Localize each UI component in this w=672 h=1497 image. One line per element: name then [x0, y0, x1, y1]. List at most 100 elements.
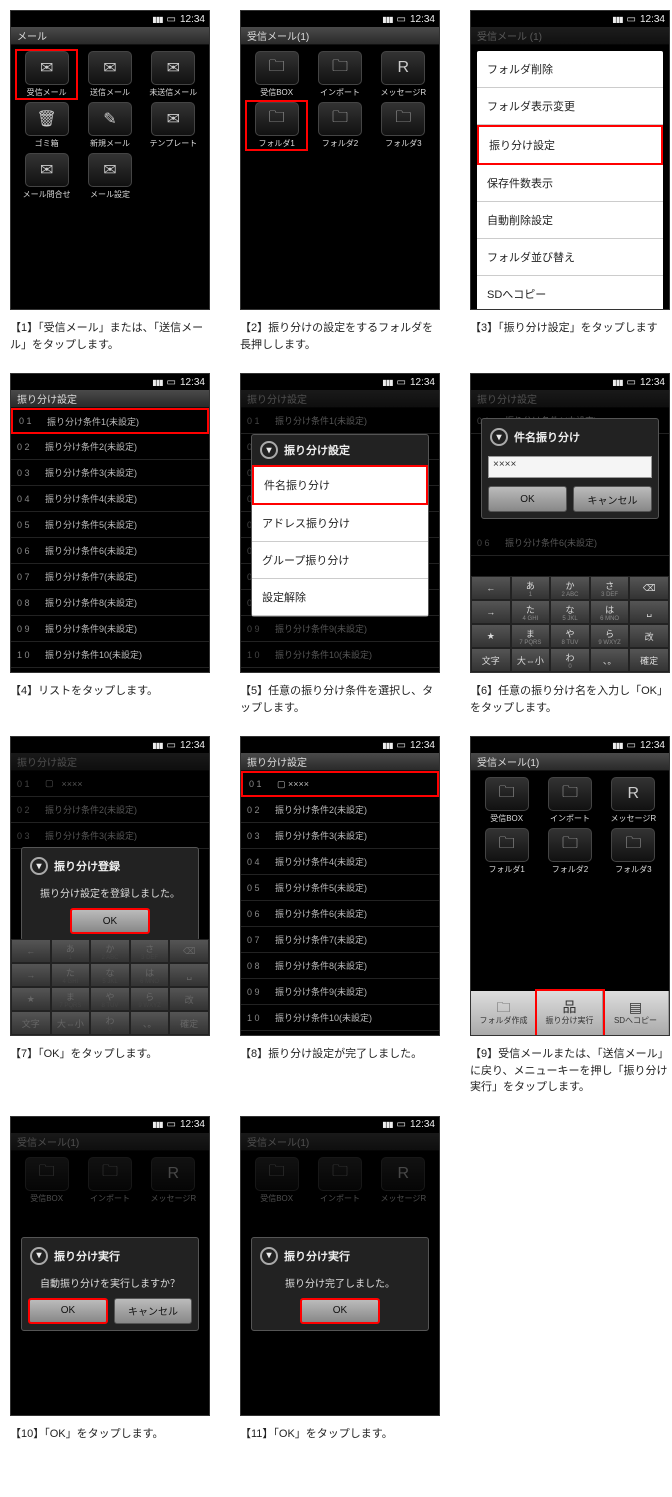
icon-mail-settings[interactable]: ✉メール設定: [80, 153, 139, 200]
key[interactable]: わ0: [550, 648, 590, 672]
icon-message-r[interactable]: RメッセージR: [374, 51, 433, 98]
key[interactable]: 大⇔小: [51, 1011, 91, 1035]
key[interactable]: か2 ABC: [550, 576, 590, 600]
icon-sent-mail[interactable]: ✉送信メール: [80, 51, 139, 98]
ok-button[interactable]: OK: [70, 908, 150, 934]
ok-button[interactable]: OK: [28, 1298, 108, 1324]
key[interactable]: は6 MNO: [130, 963, 170, 987]
list-item[interactable]: 0 2振り分け条件2(未設定): [11, 434, 209, 460]
key[interactable]: た4 GHI: [51, 963, 91, 987]
key[interactable]: ␣: [629, 600, 669, 624]
option-group-sort[interactable]: グループ振り分け: [252, 542, 428, 579]
icon-new-mail[interactable]: ✎新規メール: [80, 102, 139, 149]
key[interactable]: な5 JKL: [550, 600, 590, 624]
key[interactable]: わ0: [90, 1011, 130, 1035]
icon-folder-3[interactable]: 🗀フォルダ3: [374, 102, 433, 149]
key[interactable]: ま7 PQRS: [51, 987, 91, 1011]
key[interactable]: ⌫: [629, 576, 669, 600]
key[interactable]: ←: [11, 939, 51, 963]
key[interactable]: ま7 PQRS: [511, 624, 551, 648]
key[interactable]: あ1: [511, 576, 551, 600]
menu-folder-display[interactable]: フォルダ表示変更: [477, 88, 663, 125]
ok-button[interactable]: OK: [300, 1298, 380, 1324]
option-subject-sort[interactable]: 件名振り分け: [252, 465, 428, 505]
icon-folder-2[interactable]: 🗀フォルダ2: [310, 102, 369, 149]
subject-input[interactable]: ××××: [488, 456, 652, 478]
list-item[interactable]: 0 5振り分け条件5(未設定): [11, 512, 209, 538]
key[interactable]: ★: [471, 624, 511, 648]
list-item[interactable]: 0 1▢ ××××: [241, 771, 439, 797]
list-item[interactable]: 0 7振り分け条件7(未設定): [241, 927, 439, 953]
key[interactable]: →: [11, 963, 51, 987]
key[interactable]: 改: [629, 624, 669, 648]
menu-sd-copy[interactable]: ▤SDへコピー: [603, 991, 669, 1035]
key[interactable]: →: [471, 600, 511, 624]
option-address-sort[interactable]: アドレス振り分け: [252, 505, 428, 542]
key[interactable]: ら9 WXYZ: [130, 987, 170, 1011]
option-clear[interactable]: 設定解除: [252, 579, 428, 616]
icon-import[interactable]: 🗀インポート: [310, 51, 369, 98]
menu-sd-copy[interactable]: SDへコピー: [477, 276, 663, 310]
sort-condition-list[interactable]: 0 1振り分け条件1(未設定)0 2振り分け条件2(未設定)0 3振り分け条件3…: [11, 408, 209, 673]
icon-folder-2[interactable]: 🗀フォルダ2: [540, 828, 599, 875]
list-item[interactable]: 0 6振り分け条件6(未設定): [11, 538, 209, 564]
menu-folder-reorder[interactable]: フォルダ並び替え: [477, 239, 663, 276]
key[interactable]: 大⇔小: [511, 648, 551, 672]
list-item[interactable]: 1 1振り分け条件11(未設定): [241, 1031, 439, 1036]
list-item[interactable]: 0 1振り分け条件1(未設定): [11, 408, 209, 434]
cancel-button[interactable]: キャンセル: [573, 486, 652, 512]
key[interactable]: は6 MNO: [590, 600, 630, 624]
key[interactable]: ら9 WXYZ: [590, 624, 630, 648]
menu-save-count[interactable]: 保存件数表示: [477, 165, 663, 202]
key[interactable]: な5 JKL: [90, 963, 130, 987]
icon-import[interactable]: 🗀インポート: [540, 777, 599, 824]
key[interactable]: 改: [169, 987, 209, 1011]
icon-template[interactable]: ✉テンプレート: [144, 102, 203, 149]
list-item[interactable]: 0 3振り分け条件3(未設定): [241, 823, 439, 849]
list-item[interactable]: 0 8振り分け条件8(未設定): [241, 953, 439, 979]
ok-button[interactable]: OK: [488, 486, 567, 512]
icon-folder-3[interactable]: 🗀フォルダ3: [604, 828, 663, 875]
key[interactable]: さ3 DEF: [130, 939, 170, 963]
list-item[interactable]: 1 0振り分け条件10(未設定): [241, 1005, 439, 1031]
menu-create-folder[interactable]: 🗀フォルダ作成: [471, 991, 537, 1035]
key[interactable]: 確定: [629, 648, 669, 672]
menu-execute-sort[interactable]: 品振り分け実行: [537, 991, 603, 1035]
key[interactable]: 文字: [11, 1011, 51, 1035]
icon-mail-inquiry[interactable]: ✉メール問合せ: [17, 153, 76, 200]
list-item[interactable]: 0 8振り分け条件8(未設定): [11, 590, 209, 616]
menu-sort-settings[interactable]: 振り分け設定: [477, 125, 663, 165]
key[interactable]: 文字: [471, 648, 511, 672]
key[interactable]: ←: [471, 576, 511, 600]
icon-inbox-box[interactable]: 🗀受信BOX: [247, 51, 306, 98]
list-item[interactable]: 0 7振り分け条件7(未設定): [11, 564, 209, 590]
key[interactable]: ★: [11, 987, 51, 1011]
list-item[interactable]: 0 2振り分け条件2(未設定): [241, 797, 439, 823]
cancel-button[interactable]: キャンセル: [114, 1298, 192, 1324]
icon-folder-1[interactable]: 🗀フォルダ1: [247, 102, 306, 149]
key[interactable]: あ1: [51, 939, 91, 963]
icon-inbox-box[interactable]: 🗀受信BOX: [477, 777, 536, 824]
key[interactable]: 、。: [130, 1011, 170, 1035]
list-item[interactable]: 0 9振り分け条件9(未設定): [241, 979, 439, 1005]
sort-condition-list[interactable]: 0 1▢ ××××0 2振り分け条件2(未設定)0 3振り分け条件3(未設定)0…: [241, 771, 439, 1036]
key[interactable]: や8 TUV: [550, 624, 590, 648]
icon-message-r[interactable]: RメッセージR: [604, 777, 663, 824]
list-item[interactable]: 1 0振り分け条件10(未設定): [11, 642, 209, 668]
key[interactable]: や8 TUV: [90, 987, 130, 1011]
menu-folder-delete[interactable]: フォルダ削除: [477, 51, 663, 88]
list-item[interactable]: 1 1振り分け条件11(未設定): [11, 668, 209, 673]
menu-auto-delete[interactable]: 自動削除設定: [477, 202, 663, 239]
list-item[interactable]: 0 4振り分け条件4(未設定): [241, 849, 439, 875]
icon-received-mail[interactable]: ✉受信メール: [17, 51, 76, 98]
list-item[interactable]: 0 5振り分け条件5(未設定): [241, 875, 439, 901]
list-item[interactable]: 0 6振り分け条件6(未設定): [241, 901, 439, 927]
icon-folder-1[interactable]: 🗀フォルダ1: [477, 828, 536, 875]
key[interactable]: ⌫: [169, 939, 209, 963]
icon-trash[interactable]: 🗑ゴミ箱: [17, 102, 76, 149]
list-item[interactable]: 0 9振り分け条件9(未設定): [11, 616, 209, 642]
key[interactable]: た4 GHI: [511, 600, 551, 624]
icon-unsent-mail[interactable]: ✉未送信メール: [144, 51, 203, 98]
key[interactable]: か2 ABC: [90, 939, 130, 963]
keyboard[interactable]: ←あ1か2 ABCさ3 DEF⌫→た4 GHIな5 JKLは6 MNO␣★ま7 …: [471, 576, 669, 672]
